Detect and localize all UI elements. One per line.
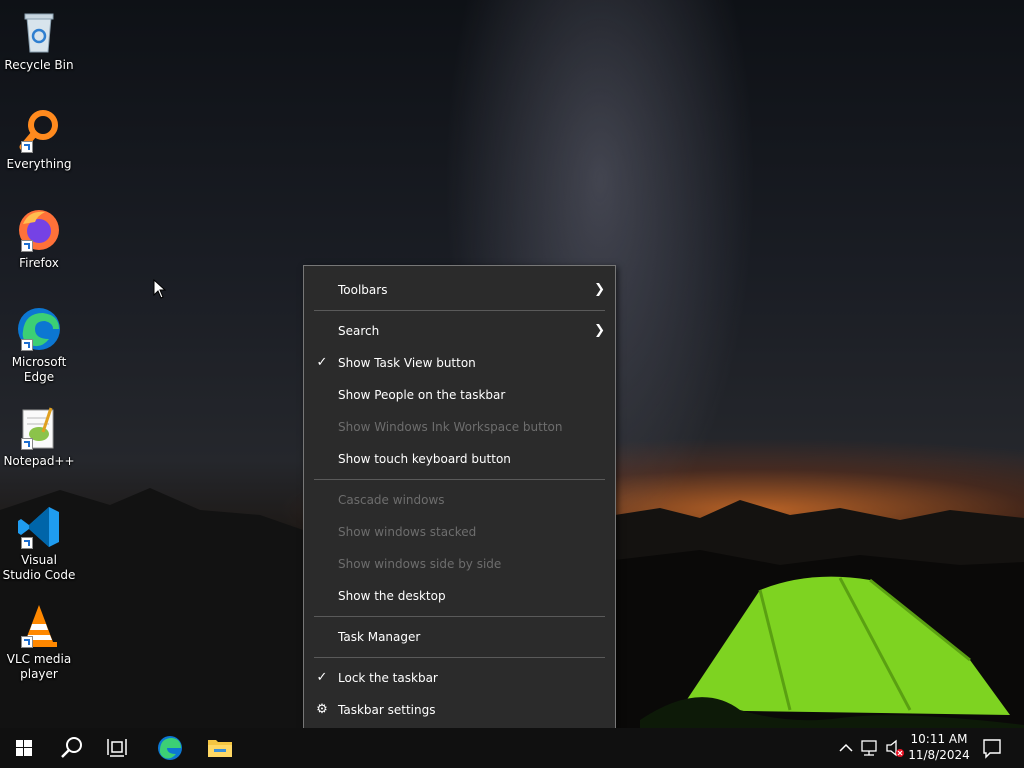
clock-button[interactable]: 10:11 AM 11/8/2024 bbox=[906, 731, 972, 763]
mouse-cursor-icon bbox=[153, 279, 167, 299]
menu-item-search[interactable]: Search ❯ bbox=[304, 315, 615, 347]
vlc-icon bbox=[15, 602, 63, 650]
folder-icon bbox=[208, 740, 232, 757]
notepad-plus-plus-icon bbox=[15, 404, 63, 452]
recycle-bin-icon bbox=[15, 8, 63, 56]
menu-item-label: Show windows side by side bbox=[338, 557, 502, 571]
menu-item-windows-stacked: Show windows stacked bbox=[304, 516, 615, 548]
menu-item-label: Search bbox=[338, 324, 380, 338]
search-icon bbox=[61, 737, 82, 758]
desktop-icon-vlc[interactable]: VLC media player bbox=[2, 602, 76, 682]
desktop-icon-firefox[interactable]: Firefox bbox=[2, 206, 76, 271]
menu-separator bbox=[314, 479, 605, 480]
shortcut-arrow-icon bbox=[21, 141, 33, 153]
task-view-button[interactable] bbox=[96, 728, 144, 768]
shortcut-arrow-icon bbox=[21, 339, 33, 351]
clock-time: 10:11 AM bbox=[910, 732, 968, 746]
taskbar-edge-button[interactable] bbox=[146, 728, 194, 768]
menu-item-label: Toolbars bbox=[338, 283, 388, 297]
menu-separator bbox=[314, 657, 605, 658]
shortcut-arrow-icon bbox=[21, 240, 33, 252]
menu-item-task-manager[interactable]: Task Manager bbox=[304, 621, 615, 653]
shortcut-arrow-icon bbox=[21, 438, 33, 450]
start-button[interactable] bbox=[0, 728, 48, 768]
wallpaper-tent bbox=[640, 576, 1024, 730]
menu-separator bbox=[314, 616, 605, 617]
menu-item-show-ink-workspace: Show Windows Ink Workspace button bbox=[304, 411, 615, 443]
shortcut-arrow-icon bbox=[21, 537, 33, 549]
menu-item-label: Show Task View button bbox=[338, 356, 476, 370]
shortcut-arrow-icon bbox=[21, 636, 33, 648]
edge-icon bbox=[158, 736, 182, 760]
menu-item-taskbar-settings[interactable]: ⚙ Taskbar settings bbox=[304, 694, 615, 726]
menu-item-show-touch-keyboard[interactable]: Show touch keyboard button bbox=[304, 443, 615, 475]
network-status-button[interactable] bbox=[858, 728, 882, 768]
menu-item-cascade-windows: Cascade windows bbox=[304, 484, 615, 516]
menu-item-label: Show the desktop bbox=[338, 589, 446, 603]
menu-item-show-task-view[interactable]: ✓ Show Task View button bbox=[304, 347, 615, 379]
menu-item-label: Show Windows Ink Workspace button bbox=[338, 420, 563, 434]
menu-item-label: Task Manager bbox=[338, 630, 421, 644]
desktop-icon-label: Notepad++ bbox=[3, 454, 75, 468]
desktop-icon-label: Recycle Bin bbox=[4, 58, 74, 72]
taskbar-file-explorer-button[interactable] bbox=[196, 728, 244, 768]
checkmark-icon: ✓ bbox=[316, 670, 328, 685]
desktop-icon-notepad-plus-plus[interactable]: Notepad++ bbox=[2, 404, 76, 469]
edge-icon bbox=[15, 305, 63, 353]
taskbar-context-menu: Toolbars ❯ Search ❯ ✓ Show Task View but… bbox=[303, 265, 616, 735]
gear-icon: ⚙ bbox=[316, 702, 328, 717]
chevron-up-icon bbox=[839, 743, 853, 752]
menu-item-label: Cascade windows bbox=[338, 493, 445, 507]
network-icon bbox=[861, 740, 877, 756]
notification-icon bbox=[983, 739, 1001, 759]
menu-item-label: Show People on the taskbar bbox=[338, 388, 506, 402]
checkmark-icon: ✓ bbox=[316, 355, 328, 370]
chevron-right-icon: ❯ bbox=[594, 282, 605, 297]
menu-item-show-people[interactable]: Show People on the taskbar bbox=[304, 379, 615, 411]
menu-separator bbox=[314, 310, 605, 311]
desktop-icon-label: Microsoft Edge bbox=[11, 355, 67, 384]
menu-item-label: Show windows stacked bbox=[338, 525, 477, 539]
menu-item-toolbars[interactable]: Toolbars ❯ bbox=[304, 274, 615, 306]
vscode-icon bbox=[15, 503, 63, 551]
menu-item-windows-side-by-side: Show windows side by side bbox=[304, 548, 615, 580]
show-hidden-icons-button[interactable] bbox=[836, 728, 856, 768]
menu-item-label: Lock the taskbar bbox=[338, 671, 438, 685]
desktop-icon-label: VLC media player bbox=[6, 652, 72, 681]
search-button[interactable] bbox=[48, 728, 96, 768]
firefox-icon bbox=[15, 206, 63, 254]
menu-item-show-desktop[interactable]: Show the desktop bbox=[304, 580, 615, 612]
desktop-icon-label: Firefox bbox=[19, 256, 59, 270]
action-center-button[interactable] bbox=[976, 728, 1024, 768]
desktop-icon-label: Everything bbox=[6, 157, 72, 171]
volume-button[interactable] bbox=[884, 728, 908, 768]
desktop-icon-label: Visual Studio Code bbox=[2, 553, 76, 582]
desktop-icon-everything[interactable]: Everything bbox=[2, 107, 76, 172]
desktop-icon-recycle-bin[interactable]: Recycle Bin bbox=[2, 8, 76, 73]
desktop-icon-edge[interactable]: Microsoft Edge bbox=[2, 305, 76, 385]
windows-logo-icon bbox=[16, 740, 32, 756]
menu-item-label: Show touch keyboard button bbox=[338, 452, 511, 466]
volume-muted-icon bbox=[886, 739, 904, 757]
everything-icon bbox=[15, 107, 63, 155]
desktop-icon-vscode[interactable]: Visual Studio Code bbox=[2, 503, 76, 583]
task-view-icon bbox=[107, 739, 127, 757]
menu-item-lock-taskbar[interactable]: ✓ Lock the taskbar bbox=[304, 662, 615, 694]
chevron-right-icon: ❯ bbox=[594, 323, 605, 338]
taskbar: 10:11 AM 11/8/2024 bbox=[0, 728, 1024, 768]
clock-date: 11/8/2024 bbox=[908, 748, 970, 762]
menu-item-label: Taskbar settings bbox=[338, 703, 436, 717]
